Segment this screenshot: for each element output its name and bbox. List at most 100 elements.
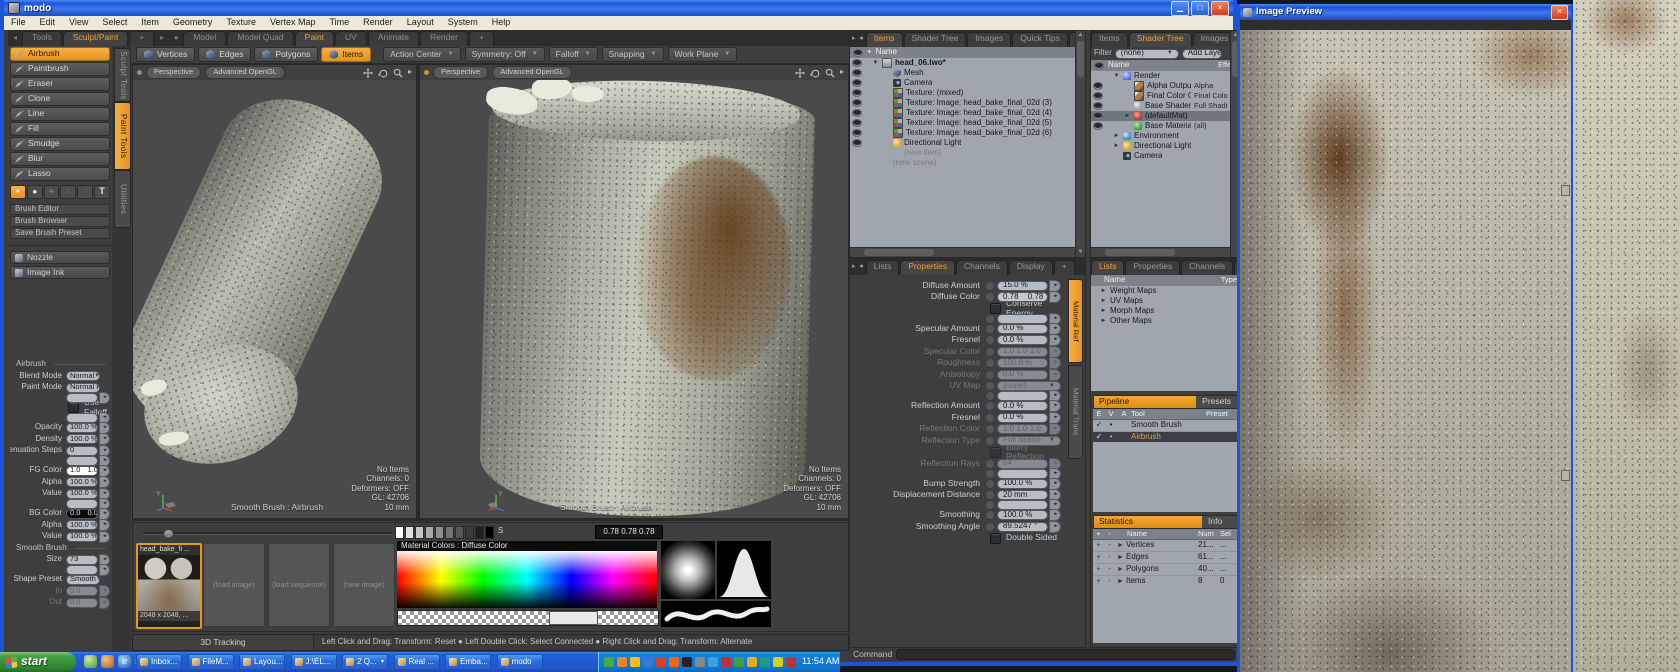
layout-tab[interactable]: Render: [420, 31, 468, 46]
workspace-tab[interactable]: +: [129, 31, 154, 46]
property-field[interactable]: 64▼: [997, 459, 1048, 469]
layout-tab[interactable]: Model: [183, 31, 226, 46]
property-field[interactable]: ▼: [66, 456, 98, 466]
eye-icon[interactable]: [852, 79, 862, 87]
panel-tab[interactable]: Images: [967, 32, 1011, 47]
taskbar-task[interactable]: Inbox... ▾: [136, 654, 182, 670]
layout-tab[interactable]: UV: [335, 31, 367, 46]
property-field[interactable]: ▼: [66, 413, 98, 423]
panel-tab[interactable]: Lists: [866, 260, 899, 275]
panel-tab[interactable]: Channels: [1181, 260, 1233, 275]
tray-icon[interactable]: [617, 657, 627, 667]
tab-utilities[interactable]: Utilities: [114, 170, 131, 228]
statistics-row[interactable]: + - ► Vertices 21... ...: [1093, 540, 1238, 552]
expand-arrow-icon[interactable]: ►: [1115, 554, 1126, 562]
property-field[interactable]: ▼: [66, 565, 98, 575]
panel-tab[interactable]: Properties: [1125, 260, 1180, 275]
eye-icon[interactable]: [852, 89, 862, 97]
spinner-icon[interactable]: ◂▸: [1049, 521, 1061, 533]
brush-tip-button[interactable]: T: [94, 185, 110, 199]
channel-dot[interactable]: [985, 335, 995, 345]
tool-button[interactable]: Airbrush: [10, 47, 110, 61]
tray-icon[interactable]: [773, 657, 783, 667]
tray-icon[interactable]: [760, 657, 770, 667]
gray-swatch[interactable]: [425, 526, 434, 539]
menu-item[interactable]: View: [62, 18, 95, 28]
panel-tab[interactable]: Shader Tree: [904, 32, 967, 47]
menu-item[interactable]: Help: [485, 18, 518, 28]
channel-dot[interactable]: [985, 510, 995, 520]
item-row[interactable]: Directional Light: [850, 138, 1075, 148]
gray-swatch[interactable]: [415, 526, 424, 539]
tool-button[interactable]: Line: [10, 107, 110, 121]
property-field[interactable]: ▼: [997, 391, 1048, 401]
shader-row[interactable]: Final Color Output Final Color: [1091, 91, 1230, 101]
taskbar-task[interactable]: modo ▾: [497, 654, 543, 670]
spinner-icon[interactable]: ◂▸: [1049, 369, 1061, 381]
eye-icon[interactable]: [1093, 92, 1103, 100]
spinner-icon[interactable]: ◂▸: [99, 433, 110, 445]
property-field[interactable]: Normal▼: [66, 371, 100, 381]
maximize-button[interactable]: □: [1191, 1, 1209, 16]
property-field[interactable]: 100.0 %▼: [66, 489, 98, 499]
ie-icon[interactable]: e: [118, 655, 131, 668]
close-button[interactable]: ×: [1551, 5, 1568, 20]
viewport-options-arrow[interactable]: ▸: [408, 68, 412, 77]
property-field[interactable]: 100.0 %▼: [997, 510, 1048, 520]
collapse-minus-icon[interactable]: -: [1104, 554, 1115, 562]
shader-row[interactable]: Base Material (all): [1091, 121, 1230, 131]
gray-swatch[interactable]: [455, 526, 464, 539]
expand-arrow-icon[interactable]: ►: [1100, 298, 1107, 305]
visible-dot-icon[interactable]: •: [1105, 421, 1117, 430]
panel-tab[interactable]: Display: [1009, 260, 1053, 275]
shader-row[interactable]: ► (defaultMat): [1091, 111, 1230, 121]
toolbar-dropdown[interactable]: Symmetry: Off▼: [465, 47, 545, 62]
tray-icon[interactable]: [708, 657, 718, 667]
taskbar-task[interactable]: J:\EL... ▾: [291, 654, 337, 670]
menu-item[interactable]: Item: [134, 18, 166, 28]
panel-scroll-icon[interactable]: ▸: [850, 35, 858, 43]
view-type-selector[interactable]: Perspective: [146, 66, 201, 79]
spinner-icon[interactable]: ◂▸: [99, 585, 110, 597]
info-button[interactable]: Info: [1202, 516, 1237, 528]
rotate-icon[interactable]: [378, 68, 388, 78]
quick-launch-icon[interactable]: [84, 655, 97, 668]
gray-swatch[interactable]: [475, 526, 484, 539]
texture-preview-image[interactable]: [1240, 30, 1571, 672]
spinner-icon[interactable]: ◂▸: [99, 597, 110, 609]
pipeline-row[interactable]: ✓ • Smooth Brush: [1093, 420, 1238, 432]
eye-icon[interactable]: [852, 69, 862, 77]
brush-falloff-preview[interactable]: [661, 541, 715, 599]
shader-row[interactable]: Camera: [1091, 151, 1230, 161]
brush-tip-button[interactable]: ◆: [44, 185, 60, 199]
panel-scroll-icon[interactable]: ▸: [850, 263, 858, 271]
shader-row[interactable]: ► Environment: [1091, 131, 1230, 141]
map-group-row[interactable]: ► Other Maps: [1091, 316, 1238, 326]
eye-icon[interactable]: [852, 109, 862, 117]
tool-button[interactable]: Fill: [10, 122, 110, 136]
eye-icon[interactable]: [852, 139, 862, 147]
property-field[interactable]: ▼: [66, 499, 98, 509]
taskbar-task[interactable]: 2 Q... ▾: [342, 654, 388, 670]
close-button[interactable]: ×: [1211, 1, 1229, 16]
menu-item[interactable]: Geometry: [166, 18, 220, 28]
taskbar-task[interactable]: Emba... ▾: [445, 654, 491, 670]
property-field[interactable]: 1.0 1.0 1.0▼: [997, 424, 1048, 434]
tool-button[interactable]: Clone: [10, 92, 110, 106]
tray-icon[interactable]: [656, 657, 666, 667]
property-field[interactable]: 100.0 %▼: [997, 358, 1048, 368]
expand-arrow-icon[interactable]: ►: [1115, 566, 1126, 574]
image-thumbnail-selected[interactable]: head_bake_fi ... 2048 x 2048, ...: [136, 543, 202, 629]
layout-tab[interactable]: Animate: [368, 31, 419, 46]
spinner-icon[interactable]: ◂▸: [1049, 346, 1061, 358]
item-row[interactable]: ▼ head_06.lwo*: [850, 58, 1075, 68]
channel-dot[interactable]: [985, 424, 995, 434]
items-horizontal-scrollbar[interactable]: [850, 247, 1075, 257]
spinner-icon[interactable]: ◂▸: [1049, 478, 1061, 490]
property-field[interactable]: 15.0 %▼: [997, 281, 1048, 291]
item-row[interactable]: Mesh: [850, 68, 1075, 78]
toolbar-dropdown[interactable]: Falloff▼: [549, 47, 598, 62]
property-field[interactable]: 0.0 %▼: [997, 324, 1048, 334]
extra-tool-button[interactable]: Image Ink: [10, 266, 110, 279]
property-field[interactable]: 1.0 1.0 1.0▼: [66, 466, 98, 476]
